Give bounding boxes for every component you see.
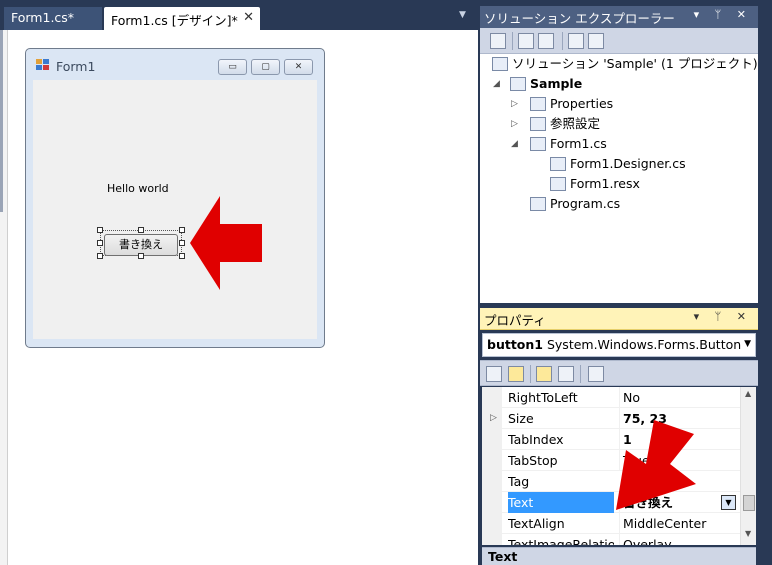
annotation-arrow-down-icon [616,420,696,510]
chevron-down-icon[interactable]: ▼ [744,339,751,349]
annotation-arrow-left-icon [190,196,262,290]
references-icon [530,117,546,131]
tab-form1-code[interactable]: Form1.cs* [4,7,102,30]
properties-toolbar [480,360,758,386]
form-client-area[interactable]: Hello world 書き換え [33,80,317,339]
tree-item-label: Form1.cs [550,136,607,151]
tree-item-label: Sample [530,76,583,91]
properties-icon[interactable] [490,33,506,49]
solution-explorer-toolbar [480,28,758,54]
tree-item-label: Properties [550,96,614,111]
property-row[interactable]: RightToLeft No [502,387,740,408]
property-row[interactable]: TextImageRelation Overlay [502,534,740,545]
minimize-button[interactable]: ▭ [218,59,247,75]
collapse-arrow-icon[interactable]: ◢ [511,134,518,154]
object-selector[interactable]: button1 System.Windows.Forms.Button ▼ [482,333,756,357]
form-file-icon [530,137,546,151]
csharp-file-icon [530,197,546,211]
events-lightning-icon[interactable] [558,366,574,382]
view-designer-icon[interactable] [588,33,604,49]
form-title: Form1 [56,59,96,74]
scroll-down-icon[interactable]: ▼ [745,529,751,538]
resize-handle[interactable] [97,227,103,233]
refresh-icon[interactable] [538,33,554,49]
form-titlebar: Form1 ▭ ▢ ✕ [26,49,324,79]
show-all-files-icon[interactable] [518,33,534,49]
resize-handle[interactable] [97,240,103,246]
property-value[interactable]: No [619,387,739,408]
view-code-icon[interactable] [568,33,584,49]
toolbar-separator [580,365,581,383]
hello-label[interactable]: Hello world [107,182,169,195]
panel-controls-icon[interactable]: ▾ ᛘ ✕ [694,310,752,323]
solution-explorer-title: ソリューション エクスプローラー [484,11,675,26]
property-pages-icon[interactable] [588,366,604,382]
solution-explorer-header: ソリューション エクスプローラー ▾ ᛘ ✕ [480,6,758,28]
resource-file-icon [550,177,566,191]
categorized-icon[interactable] [486,366,502,382]
csharp-file-icon [550,157,566,171]
resize-handle[interactable] [97,253,103,259]
property-name: TextAlign [508,516,565,531]
property-grid-scrollbar[interactable]: ▲ ▼ [740,387,756,545]
resize-handle[interactable] [179,227,185,233]
expand-arrow-icon[interactable]: ▷ [511,94,518,114]
scroll-thumb[interactable] [743,495,755,511]
form-window[interactable]: Form1 ▭ ▢ ✕ Hello world 書き換え [25,48,325,348]
tree-item-label: Form1.Designer.cs [570,156,686,171]
collapse-arrow-icon[interactable]: ◢ [493,74,500,94]
panel-controls-icon[interactable]: ▾ ᛘ ✕ [694,8,752,21]
csharp-project-icon [510,77,526,91]
maximize-icon: ▢ [261,62,270,72]
object-type: System.Windows.Forms.Button [546,337,742,352]
property-row[interactable]: TextAlign MiddleCenter [502,513,740,534]
form-app-icon [36,59,49,70]
property-grid-gutter: ▷ [482,387,502,545]
expand-arrow-icon[interactable]: ▷ [511,114,518,134]
property-value[interactable]: MiddleCenter [619,513,739,534]
tree-item-label: Form1.resx [570,176,640,191]
tab-list-dropdown-icon[interactable]: ▼ [459,10,466,20]
property-name: TextImageRelation [508,537,614,545]
solution-tree: ソリューション 'Sample' (1 プロジェクト) ◢ Sample ▷ P… [480,54,758,303]
maximize-button[interactable]: ▢ [251,59,280,75]
property-description: Text [482,547,756,565]
tab-label: Form1.cs* [11,10,75,25]
solution-icon [492,57,508,71]
properties-header: プロパティ ▾ ᛘ ✕ [480,308,758,330]
tab-label: Form1.cs [デザイン]* [111,13,238,28]
close-button[interactable]: ✕ [284,59,313,75]
tree-item-label: Program.cs [550,196,621,211]
tree-item-label: ソリューション 'Sample' (1 プロジェクト) [512,56,758,71]
object-name: button1 [487,337,543,352]
minimize-icon: ▭ [228,62,237,72]
resize-handle[interactable] [179,240,185,246]
toolbar-separator [512,32,513,50]
document-tabstrip: Form1.cs* Form1.cs [デザイン]* ✕ ▼ [0,0,478,30]
close-tab-icon[interactable]: ✕ [243,10,254,25]
scroll-up-icon[interactable]: ▲ [745,389,751,398]
toolbox-strip[interactable] [0,30,8,565]
properties-view-icon[interactable] [536,366,552,382]
resize-handle[interactable] [138,227,144,233]
toolbar-separator [562,32,563,50]
property-value[interactable]: Overlay [619,534,739,545]
expand-arrow-icon[interactable]: ▷ [490,408,497,428]
properties-folder-icon [530,97,546,111]
value-dropdown-icon[interactable]: ▼ [721,495,736,510]
close-icon: ✕ [294,62,303,72]
tab-form1-designer[interactable]: Form1.cs [デザイン]* ✕ [104,7,260,30]
property-name: RightToLeft [508,390,578,405]
resize-handle[interactable] [138,253,144,259]
tree-item-label: 参照設定 [550,116,601,131]
alphabetical-icon[interactable] [508,366,524,382]
description-title: Text [488,549,518,564]
resize-handle[interactable] [179,253,185,259]
properties-title: プロパティ [484,313,546,328]
toolbar-separator [530,365,531,383]
